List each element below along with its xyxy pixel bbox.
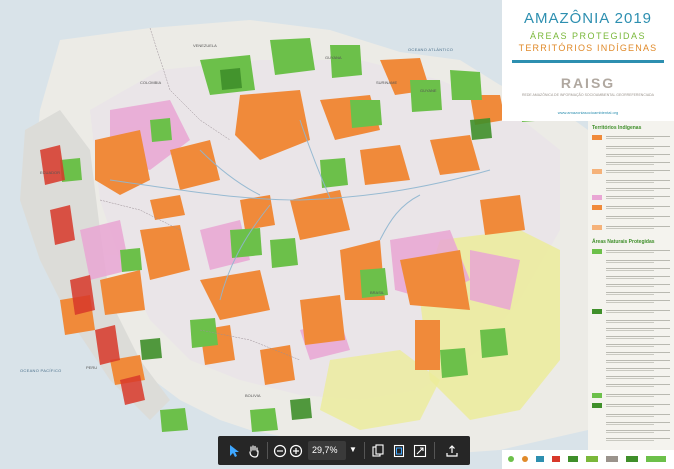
legend-protected-heading: Áreas Naturais Protegidas: [592, 239, 655, 245]
zoom-level-input[interactable]: 29,7%: [308, 441, 346, 460]
legend-row: [592, 267, 672, 273]
suriname-label: SURINAME: [376, 80, 398, 85]
title-panel: AMAZÔNIA 2019 ÁREAS PROTEGIDAS TERRITÓRI…: [502, 0, 674, 121]
hand-icon: [249, 445, 259, 458]
legend-row: [592, 359, 672, 365]
partner-logos: [502, 450, 674, 469]
bolivia-label: BOLIVIA: [245, 393, 261, 398]
fit-width-icon: [413, 444, 427, 458]
legend-row: [592, 275, 672, 281]
brasil-label: BRASIL: [370, 290, 385, 295]
title-divider: [512, 60, 664, 63]
legend-row: [592, 249, 672, 255]
legend-row: [592, 343, 672, 349]
zoom-in-icon: [289, 444, 303, 458]
legend-indigenous-heading: Territórios Indígenas: [592, 125, 642, 131]
zoom-out-icon: [273, 444, 287, 458]
page-view-button[interactable]: [368, 441, 388, 461]
fit-width-button[interactable]: [410, 441, 430, 461]
map-subtitle-indigenous: TERRITÓRIOS INDÍGENAS: [518, 43, 658, 53]
partner-logo: [626, 456, 638, 462]
legend-row: [592, 291, 672, 297]
zoom-dropdown-caret-icon[interactable]: ▼: [348, 445, 358, 455]
peru-label: PERU: [86, 365, 98, 370]
legend-row: [592, 135, 672, 141]
legend-row: [592, 403, 672, 409]
legend-row: [592, 195, 672, 201]
legend-row: [592, 393, 672, 399]
legend-row: [592, 187, 672, 193]
zoom-in-button[interactable]: [286, 441, 306, 461]
map-subtitle-protected: ÁREAS PROTEGIDAS: [529, 31, 647, 41]
venezuela-label: VENEZUELA: [193, 43, 217, 48]
toolbar-separator: [364, 442, 365, 459]
share-button[interactable]: [442, 441, 462, 461]
partner-logo: [508, 456, 514, 462]
legend-row: [592, 205, 672, 211]
legend-row: [592, 429, 672, 435]
legend-row: [592, 153, 672, 159]
legend-row: [592, 299, 672, 305]
legend-row: [592, 335, 672, 341]
pages-icon: [372, 444, 384, 457]
cursor-arrow-icon: [230, 445, 239, 457]
fit-page-icon: [393, 444, 405, 458]
legend-row: [592, 351, 672, 357]
viewer-toolbar: 29,7% ▼: [218, 436, 470, 465]
map-legend: Territórios Indígenas Áreas Naturais Pro…: [588, 121, 674, 451]
legend-row: [592, 145, 672, 151]
legend-row: [592, 375, 672, 381]
fit-page-button[interactable]: [389, 441, 409, 461]
partner-logo: [536, 456, 544, 462]
raisg-logo: RAISG: [560, 75, 616, 91]
select-tool-button[interactable]: [224, 441, 244, 461]
legend-row: [592, 225, 672, 231]
legend-row: [592, 283, 672, 289]
partner-logo: [646, 456, 666, 462]
legend-row: [592, 169, 672, 175]
toolbar-separator: [434, 442, 435, 459]
legend-row: [592, 179, 672, 185]
ecuador-label: ECUADOR: [40, 170, 61, 175]
website-link[interactable]: www.amazoniasocioambiental.org: [502, 110, 674, 115]
legend-row: [592, 161, 672, 167]
pan-tool-button[interactable]: [244, 441, 264, 461]
ocean-atlantic-label: OCEANO ATLÁNTICO: [408, 47, 454, 52]
legend-row: [592, 383, 672, 389]
legend-row: [592, 437, 672, 443]
partner-logo: [552, 456, 560, 462]
legend-row: [592, 367, 672, 373]
partner-logo: [586, 456, 598, 462]
legend-row: [592, 413, 672, 419]
legend-row: [592, 421, 672, 427]
toolbar-separator: [267, 442, 268, 459]
share-upload-icon: [446, 445, 458, 457]
legend-row: [592, 327, 672, 333]
colombia-label: COLOMBIA: [140, 80, 162, 85]
partner-logo: [522, 456, 528, 462]
map-title: AMAZÔNIA 2019: [523, 10, 653, 27]
legend-row: [592, 215, 672, 221]
legend-row: [592, 259, 672, 265]
partner-logo: [606, 456, 618, 462]
raisg-tagline: REDE AMAZÔNICA DE INFORMAÇÃO SOCIOAMBIEN…: [521, 93, 655, 97]
legend-row: [592, 309, 672, 315]
guyane-label: GUYANE: [420, 88, 437, 93]
ocean-pacific-label: OCEANO PACÍFICO: [20, 368, 62, 373]
document-viewer[interactable]: OCEANO ATLÁNTICO OCEANO PACÍFICO VENEZUE…: [0, 0, 674, 469]
partner-logo: [568, 456, 578, 462]
legend-row: [592, 319, 672, 325]
guyana-label: GUYANA: [325, 55, 342, 60]
